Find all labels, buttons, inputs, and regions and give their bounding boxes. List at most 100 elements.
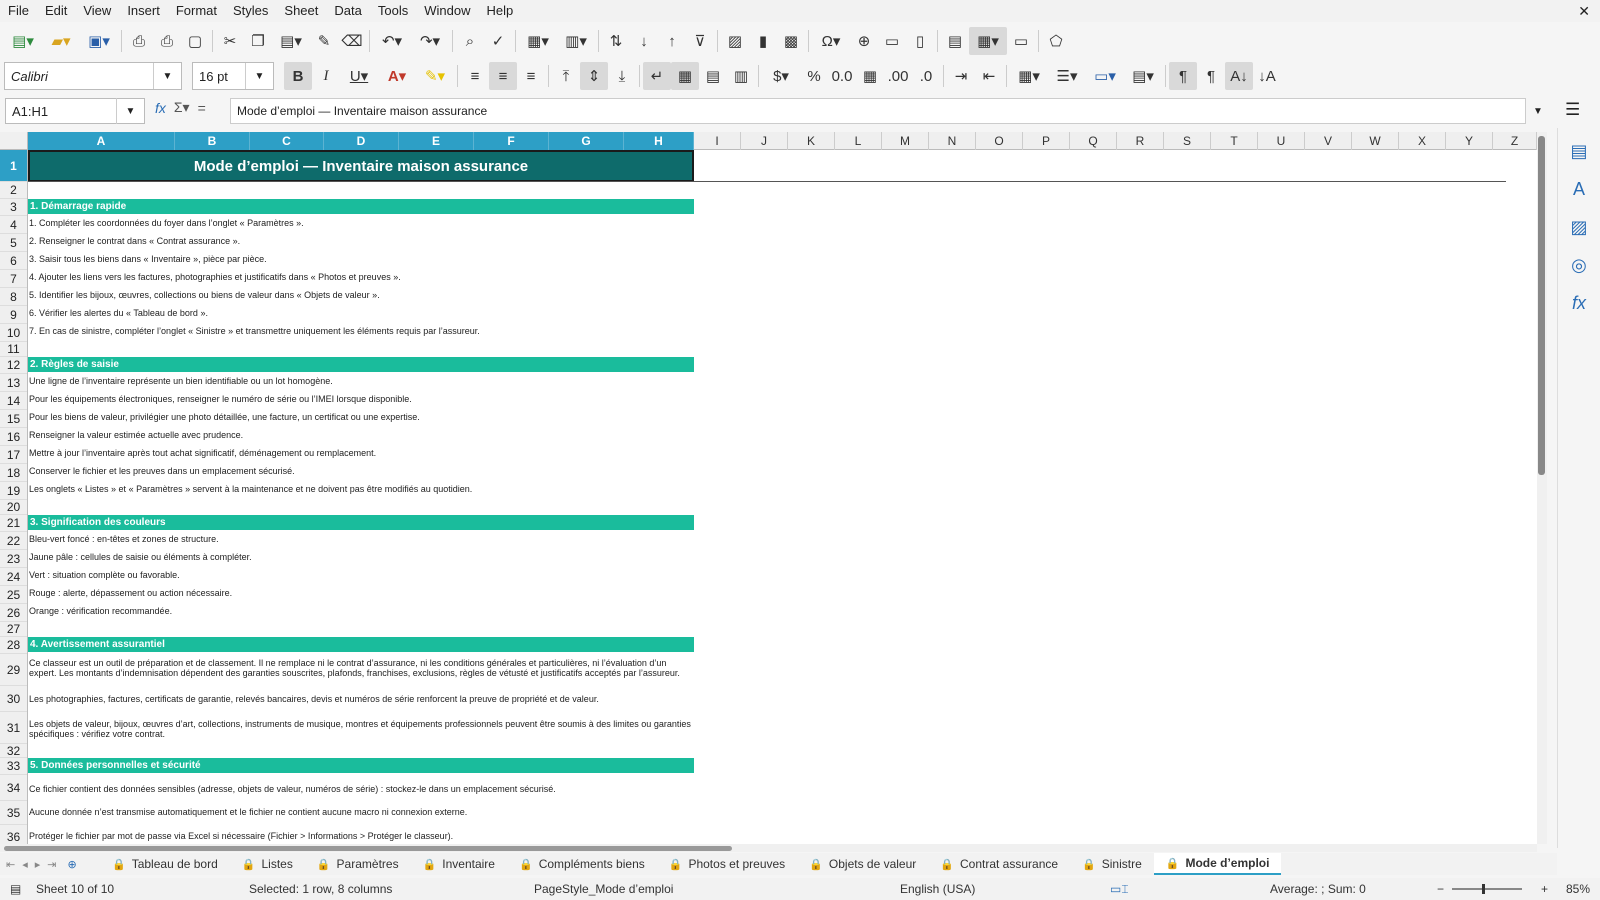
cell-text[interactable]: Mettre à jour l’inventaire après tout ac… [29,448,376,459]
cell-text[interactable]: Bleu-vert foncé : en-têtes et zones de s… [29,534,219,545]
cell-text[interactable]: 3. Saisir tous les biens dans « Inventai… [29,254,267,265]
autofilter-icon[interactable]: ⊽ [686,27,714,55]
align-bottom-icon[interactable]: ⤓ [608,62,636,90]
border-style-icon[interactable]: ☰▾ [1048,62,1086,90]
cell-text[interactable]: Les objets de valeur, bijoux, œuvres d’a… [29,719,694,739]
cell-text[interactable]: Rouge : alerte, dépassement ou action né… [29,588,232,599]
row-header[interactable]: 8 [0,288,27,306]
insert-image-icon[interactable]: ▨ [721,27,749,55]
cut-icon[interactable]: ✂ [216,27,244,55]
conditional-format-icon[interactable]: ▤▾ [1124,62,1162,90]
paste-icon[interactable]: ▤▾ [272,27,310,55]
column-header[interactable]: V [1305,132,1352,150]
menu-help[interactable]: Help [478,0,521,22]
special-character-icon[interactable]: Ω▾ [812,27,850,55]
clone-formatting-icon[interactable]: ✎ [310,27,338,55]
cell-text[interactable]: 4. Ajouter les liens vers les factures, … [29,272,401,283]
column-header[interactable]: Y [1446,132,1493,150]
gallery-icon[interactable]: ▨ [1558,208,1600,246]
row-header[interactable]: 31 [0,712,27,744]
comment-icon[interactable]: ▭ [878,27,906,55]
sort-ascending-icon[interactable]: ↓ [630,27,658,55]
row-header[interactable]: 18 [0,464,27,482]
merge-cells-icon[interactable]: ▤ [699,62,727,90]
currency-format-icon[interactable]: $▾ [762,62,800,90]
cell-text[interactable]: Pour les équipements électroniques, rens… [29,394,412,405]
column-header[interactable]: X [1399,132,1446,150]
add-sheet-icon[interactable]: ⊕ [68,858,78,871]
column-header[interactable]: E [399,132,474,150]
show-draw-functions-icon[interactable]: ⬠ [1042,27,1070,55]
tab-sinistre[interactable]: 🔒 Sinistre [1070,853,1154,875]
section-header[interactable]: 3. Signification des couleurs [28,515,694,530]
split-window-icon[interactable]: ▭ [1007,27,1035,55]
tab-objets-de-valeur[interactable]: 🔒 Objets de valeur [797,853,928,875]
font-color-icon[interactable]: A▾ [378,62,416,90]
italic-icon[interactable]: I [312,62,340,90]
column-header[interactable]: S [1164,132,1211,150]
row-header[interactable]: 5 [0,234,27,252]
navigator-icon[interactable]: ◎ [1558,246,1600,284]
functions-icon[interactable]: fx [1558,284,1600,322]
section-header[interactable]: 4. Avertissement assurantiel [28,637,694,652]
cell-text[interactable]: 1. Compléter les coordonnées du foyer da… [29,218,304,229]
row-header[interactable]: 15 [0,410,27,428]
cell-text[interactable]: Aucune donnée n’est transmise automatiqu… [29,807,467,818]
cell-text[interactable]: 6. Vérifier les alertes du « Tableau de … [29,308,208,319]
row-header[interactable]: 20 [0,500,27,515]
cell-text[interactable]: Ce fichier contient des données sensible… [29,784,556,795]
row-header[interactable]: 13 [0,374,27,392]
export-pdf-icon[interactable]: ⎙ [125,27,153,55]
row-header[interactable]: 27 [0,622,27,637]
menu-format[interactable]: Format [168,0,225,22]
close-icon[interactable]: ✕ [1578,0,1590,22]
merge-center-icon[interactable]: ▦ [671,62,699,90]
next-sheet-icon[interactable]: ▸ [35,858,42,871]
column-header[interactable]: C [250,132,324,150]
bold-icon[interactable]: B [284,62,312,90]
cell-text[interactable]: Ce classeur est un outil de préparation … [29,658,694,678]
cell-text[interactable]: Vert : situation complète ou favorable. [29,570,180,581]
borders-icon[interactable]: ▦▾ [1010,62,1048,90]
row-header[interactable]: 1 [0,150,27,182]
unmerge-cells-icon[interactable]: ▥ [727,62,755,90]
align-center-icon[interactable]: ≡ [489,62,517,90]
status-language[interactable]: English (USA) [900,882,975,896]
sort-icon[interactable]: ⇅ [602,27,630,55]
tab-photos-et-preuves[interactable]: 🔒 Photos et preuves [657,853,797,875]
increase-indent-icon[interactable]: ⇥ [947,62,975,90]
wrap-text-icon[interactable]: ↵ [643,62,671,90]
row-header[interactable]: 32 [0,744,27,758]
column-header[interactable]: J [741,132,788,150]
cell-text[interactable]: Jaune pâle : cellules de saisie ou éléme… [29,552,252,563]
tab-mode-d-emploi[interactable]: 🔒 Mode d’emploi [1153,853,1282,875]
number-format-icon[interactable]: 0.0 [828,62,856,90]
chevron-down-icon[interactable]: ▼ [245,63,273,89]
cell-text[interactable]: Les photographies, factures, certificats… [29,694,599,705]
tab-complements-biens[interactable]: 🔒 Compléments biens [507,853,657,875]
column-header[interactable]: G [549,132,624,150]
row-header[interactable]: 25 [0,586,27,604]
row-header[interactable]: 22 [0,532,27,550]
delete-decimal-icon[interactable]: .0 [912,62,940,90]
menu-data[interactable]: Data [326,0,369,22]
properties-icon[interactable]: ▤ [1558,132,1600,170]
row-icon[interactable]: ▦▾ [519,27,557,55]
cell-text[interactable]: 2. Renseigner le contrat dans « Contrat … [29,236,240,247]
tab-listes[interactable]: 🔒 Listes [230,853,305,875]
cell-text[interactable]: Renseigner la valeur estimée actuelle av… [29,430,243,441]
menu-file[interactable]: File [0,0,37,22]
row-header[interactable]: 17 [0,446,27,464]
column-header[interactable]: N [929,132,976,150]
row-header[interactable]: 6 [0,252,27,270]
row-header[interactable]: 19 [0,482,27,500]
row-header[interactable]: 3 [0,199,27,216]
find-replace-icon[interactable]: ⌕ [456,27,484,55]
horizontal-scroll-thumb[interactable] [4,846,732,851]
column-header[interactable]: I [694,132,741,150]
row-header[interactable]: 12 [0,357,27,374]
left-to-right-icon[interactable]: ¶ [1169,62,1197,90]
row-header[interactable]: 26 [0,604,27,622]
align-top-icon[interactable]: ⤒ [552,62,580,90]
cell-text[interactable]: Pour les biens de valeur, privilégier un… [29,412,420,423]
